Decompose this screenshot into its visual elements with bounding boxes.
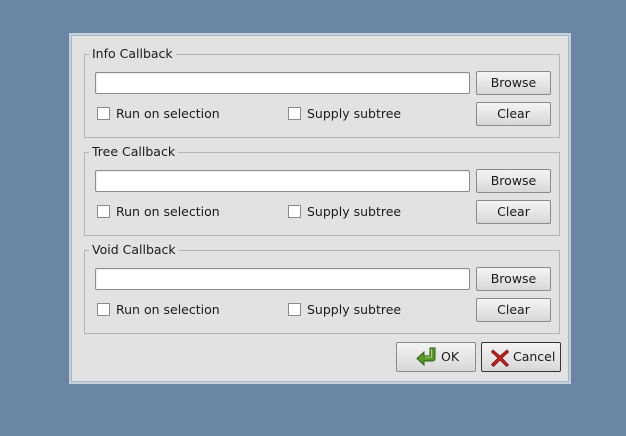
checkbox-box[interactable]	[97, 205, 110, 218]
tree-clear-button[interactable]: Clear	[476, 200, 551, 224]
info-clear-button[interactable]: Clear	[476, 102, 551, 126]
info-browse-button[interactable]: Browse	[476, 71, 551, 95]
group-title: Void Callback	[89, 242, 179, 258]
red-x-icon	[490, 348, 510, 378]
checkbox-label: Run on selection	[116, 106, 220, 121]
cancel-button[interactable]: Cancel	[481, 342, 561, 372]
info-run-on-selection-checkbox[interactable]: Run on selection	[97, 106, 220, 122]
ok-label: OK	[441, 349, 460, 364]
checkbox-label: Run on selection	[116, 302, 220, 317]
callback-dialog: Info Callback Browse Run on selection Su…	[69, 33, 571, 384]
cancel-label: Cancel	[513, 349, 556, 364]
checkbox-label: Supply subtree	[307, 106, 402, 121]
checkbox-box[interactable]	[97, 303, 110, 316]
void-run-on-selection-checkbox[interactable]: Run on selection	[97, 302, 220, 318]
void-supply-subtree-checkbox[interactable]: Supply subtree	[288, 302, 401, 318]
green-return-arrow-icon	[415, 346, 439, 378]
tree-callback-input[interactable]	[95, 170, 470, 192]
tree-callback-group: Tree Callback Browse Run on selection Su…	[84, 144, 560, 236]
tree-supply-subtree-checkbox[interactable]: Supply subtree	[288, 204, 401, 220]
checkbox-label: Supply subtree	[307, 302, 402, 317]
checkbox-box[interactable]	[97, 107, 110, 120]
tree-browse-button[interactable]: Browse	[476, 169, 551, 193]
void-callback-group: Void Callback Browse Run on selection Su…	[84, 242, 560, 334]
ok-button[interactable]: OK	[396, 342, 476, 372]
checkbox-box[interactable]	[288, 205, 301, 218]
void-callback-input[interactable]	[95, 268, 470, 290]
void-clear-button[interactable]: Clear	[476, 298, 551, 322]
checkbox-label: Supply subtree	[307, 204, 402, 219]
info-callback-input[interactable]	[95, 72, 470, 94]
group-title: Info Callback	[89, 46, 176, 62]
group-title: Tree Callback	[89, 144, 179, 160]
checkbox-box[interactable]	[288, 107, 301, 120]
checkbox-box[interactable]	[288, 303, 301, 316]
tree-run-on-selection-checkbox[interactable]: Run on selection	[97, 204, 220, 220]
checkbox-label: Run on selection	[116, 204, 220, 219]
void-browse-button[interactable]: Browse	[476, 267, 551, 291]
info-callback-group: Info Callback Browse Run on selection Su…	[84, 46, 560, 138]
info-supply-subtree-checkbox[interactable]: Supply subtree	[288, 106, 401, 122]
